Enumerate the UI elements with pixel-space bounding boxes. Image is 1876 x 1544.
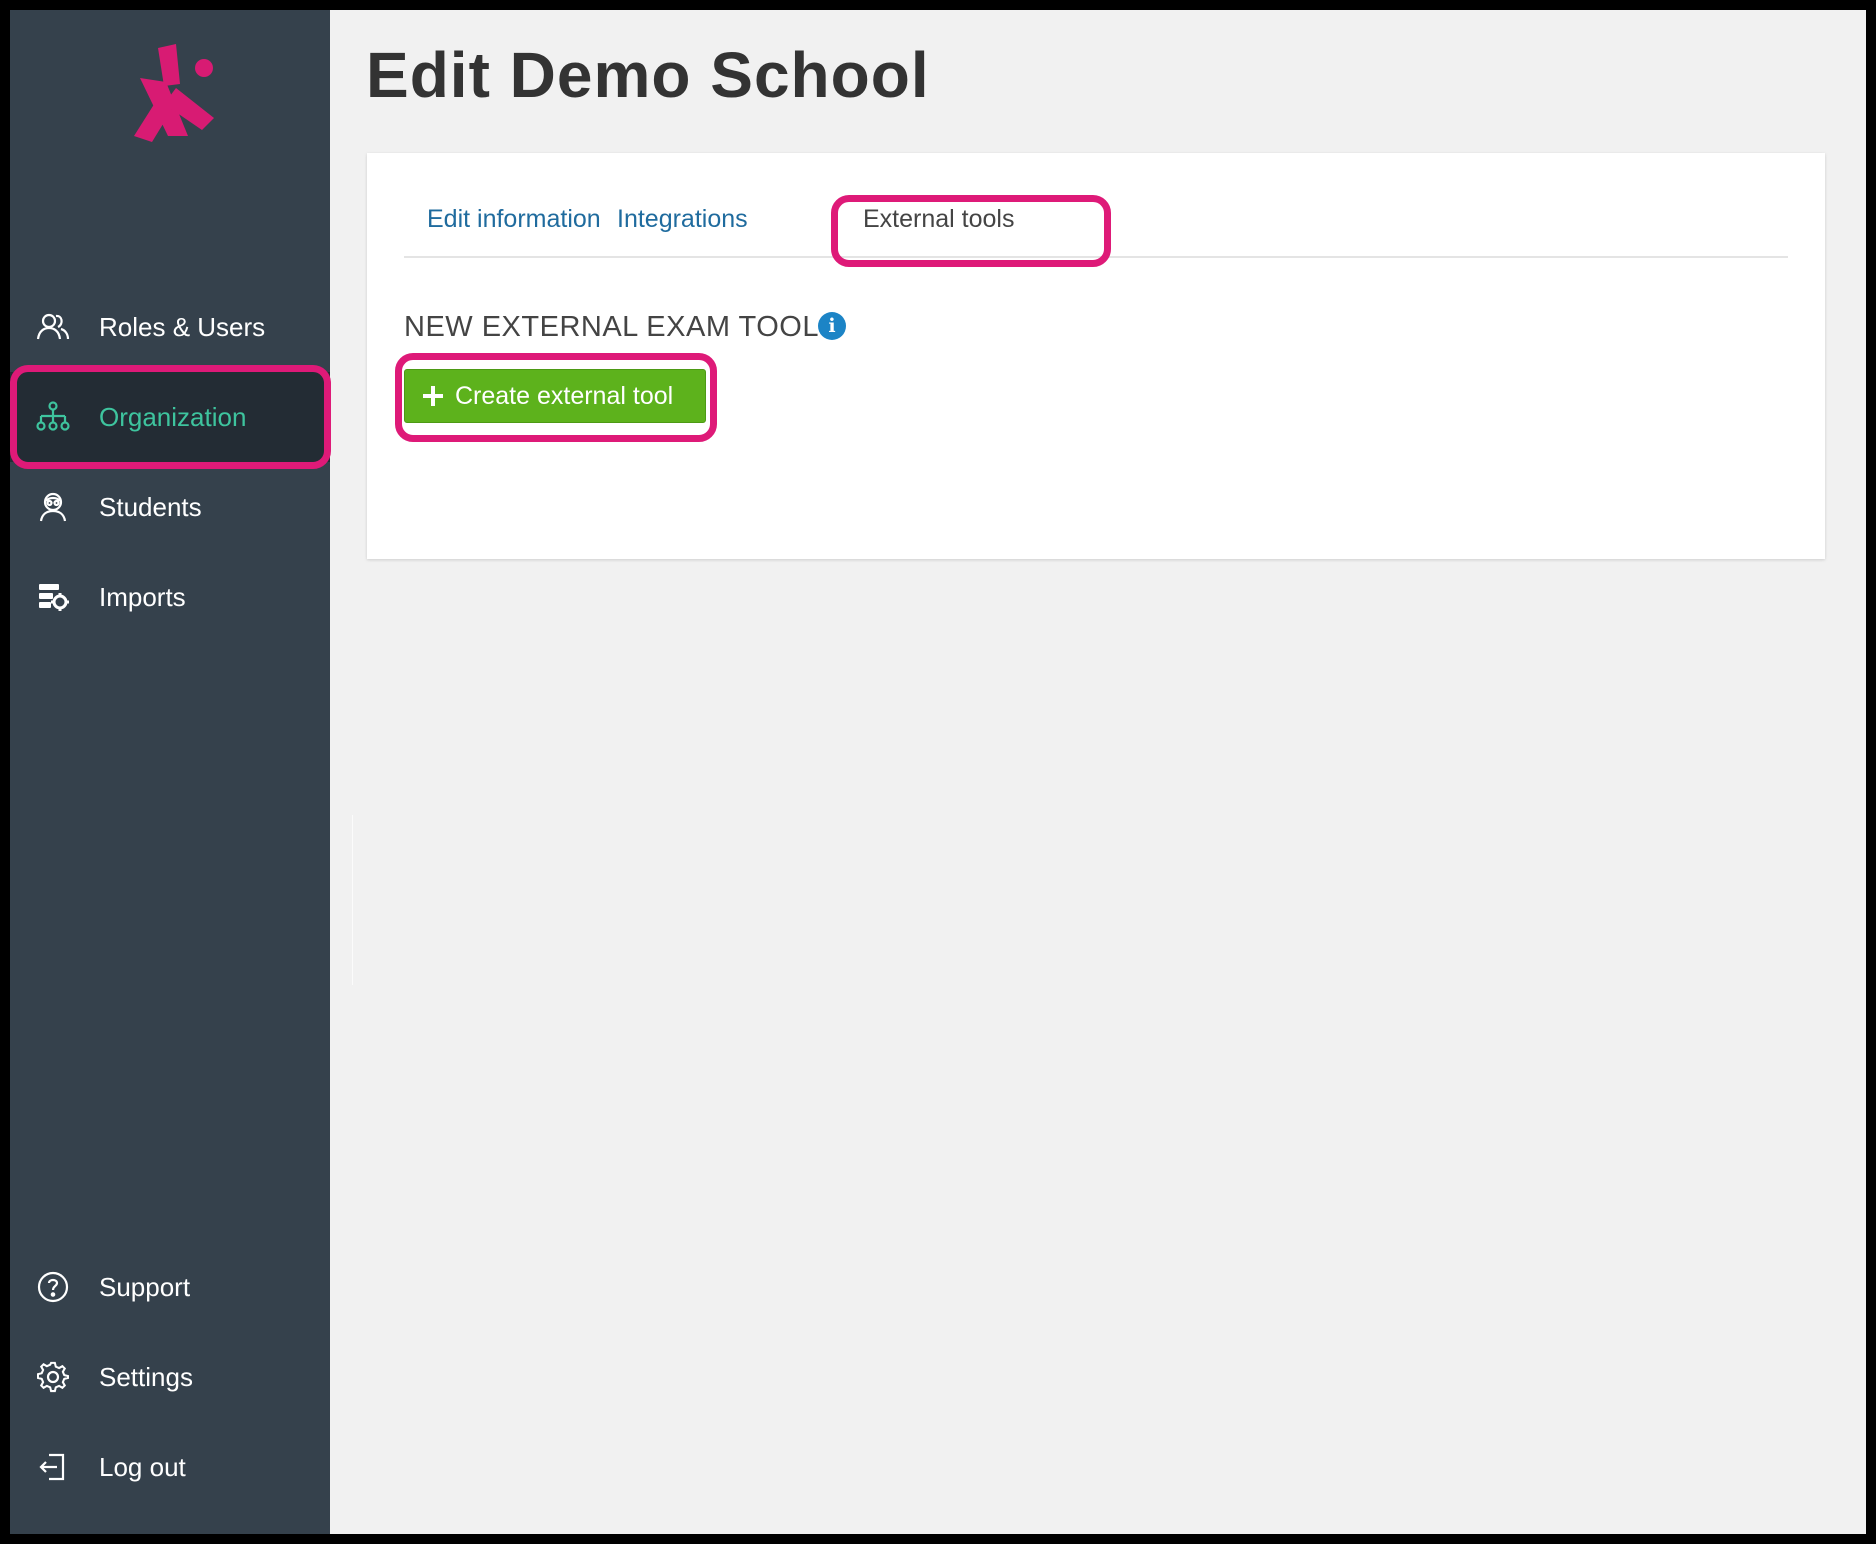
question-circle-icon [34,1268,72,1306]
sidebar-item-organization[interactable]: Organization [10,372,330,462]
sidebar-item-roles-users[interactable]: Roles & Users [10,282,330,372]
sidebar-item-label: Settings [99,1361,193,1392]
org-chart-icon [34,398,72,436]
sidebar-item-imports[interactable]: Imports [10,552,330,642]
sidebar-item-label: Organization [99,401,247,432]
student-icon [34,488,72,526]
sidebar-item-label: Imports [99,581,186,612]
gear-icon [34,1358,72,1396]
sidebar-item-logout[interactable]: Log out [10,1422,330,1512]
sidebar-item-label: Roles & Users [99,311,266,342]
imports-icon [34,578,72,616]
sidebar-item-label: Log out [99,1451,186,1482]
sidebar-item-students[interactable]: Students [10,462,330,552]
sidebar-item-settings[interactable]: Settings [10,1332,330,1422]
app-window: Roles & Users Organization Students Impo… [10,10,1866,1534]
create-external-tool-label: Create external tool [455,381,674,410]
create-external-tool-button[interactable]: Create external tool [404,369,706,423]
tab-edit-information[interactable]: Edit information [427,205,601,234]
divider [352,815,353,985]
users-icon [34,308,72,346]
section-heading: NEW EXTERNAL EXAM TOOL [404,311,819,343]
tab-external-tools[interactable]: External tools [863,205,1014,234]
plus-icon [423,386,443,406]
logo-x-icon[interactable] [118,38,228,148]
logout-icon [34,1448,72,1486]
sidebar-item-label: Support [99,1271,191,1302]
sidebar-item-support[interactable]: Support [10,1242,330,1332]
sidebar: Roles & Users Organization Students Impo… [10,10,331,1534]
tabs-divider [404,256,1788,258]
content-card: Edit information Integrations External t… [367,153,1825,559]
page-title: Edit Demo School [366,39,930,111]
tab-integrations[interactable]: Integrations [617,205,748,234]
sidebar-item-label: Students [99,491,202,522]
info-icon[interactable]: i [818,312,846,340]
